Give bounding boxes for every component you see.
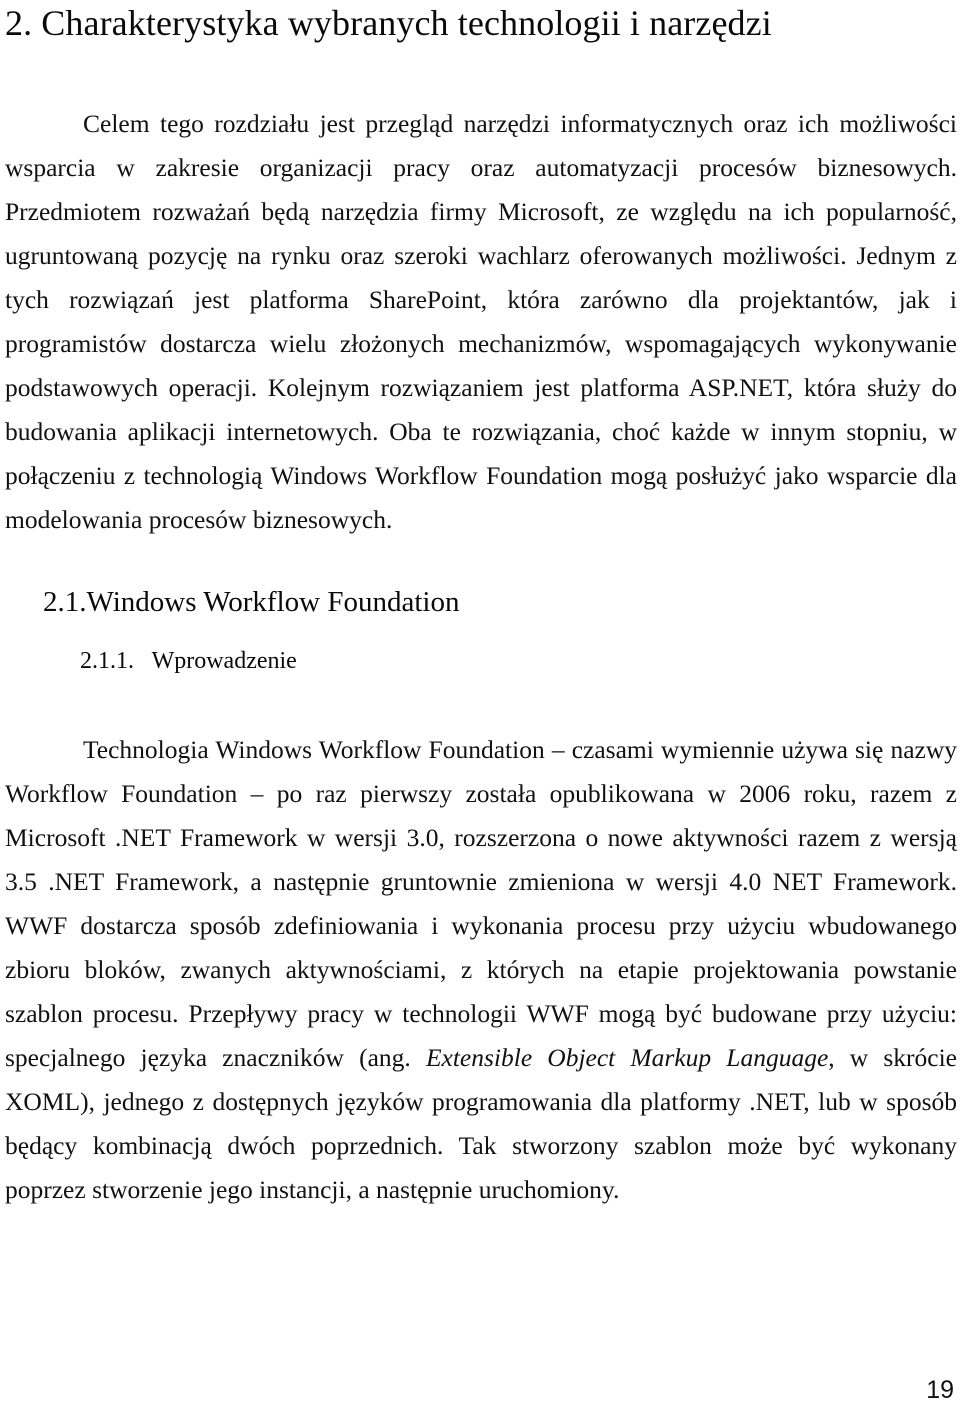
spacer-after-chapter-heading <box>5 46 957 102</box>
chapter-heading: 2. Charakterystyka wybranych technologii… <box>5 3 772 43</box>
section-heading-2-1: 2.1.Windows Workflow Foundation <box>43 586 460 618</box>
spacer-before-subsection-heading <box>5 622 957 644</box>
page-content: 2. Charakterystyka wybranych technologii… <box>5 0 957 1212</box>
paragraph-wwf-intro: Technologia Windows Workflow Foundation … <box>5 728 957 1212</box>
paragraph-intro: Celem tego rozdziału jest przegląd narzę… <box>5 109 957 534</box>
paragraph-wwf-intro-italic-term: Extensible Object Markup Language <box>425 1043 829 1072</box>
paragraph-wwf-intro-part1: Technologia Windows Workflow Foundation … <box>5 735 957 1072</box>
spacer-before-wwf-paragraph <box>5 678 957 728</box>
spacer-before-section-heading <box>5 542 957 582</box>
document-page: 2. Charakterystyka wybranych technologii… <box>0 0 960 1413</box>
page-number: 19 <box>926 1376 954 1404</box>
subsection-heading-2-1-1: 2.1.1. Wprowadzenie <box>80 648 297 674</box>
